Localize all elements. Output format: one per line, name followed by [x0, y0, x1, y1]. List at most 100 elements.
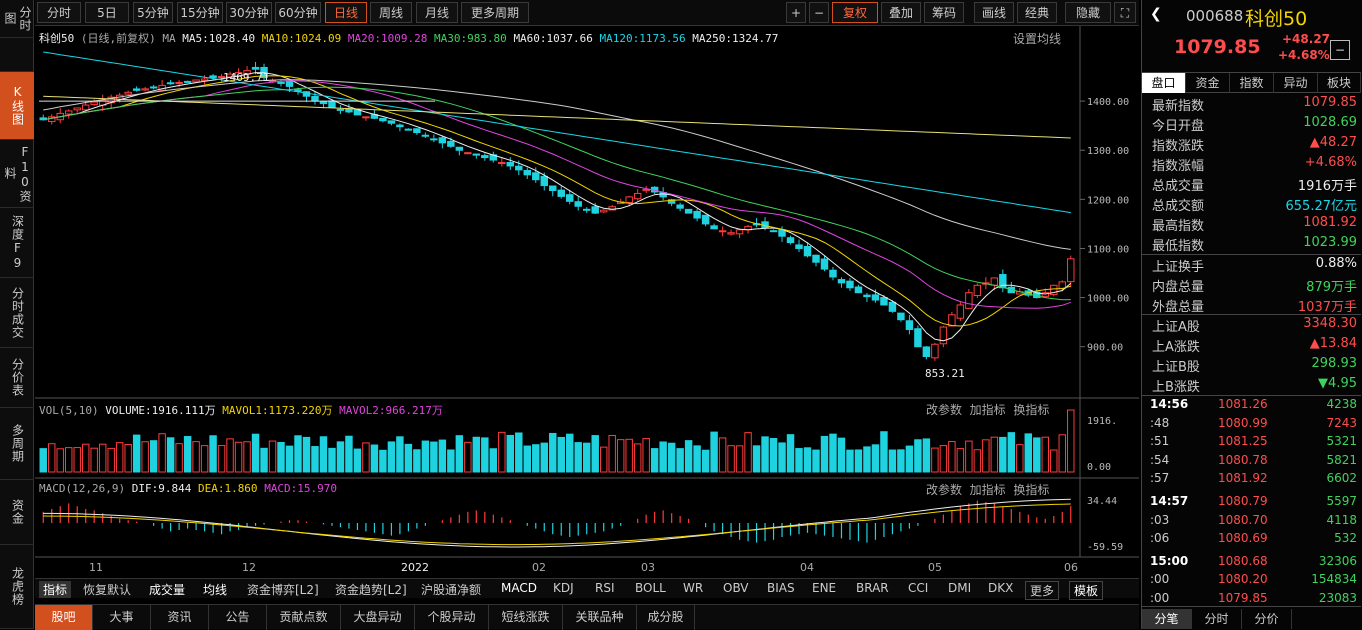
tab-dragon-tiger[interactable]: 龙虎榜	[0, 545, 34, 629]
footer-tab-short-term[interactable]: 短线涨跌	[489, 605, 563, 630]
price-axis-label: 1200.00	[1087, 195, 1129, 206]
tab-kline[interactable]: K线图	[0, 72, 34, 140]
quote-tab-pankou[interactable]: 盘口	[1142, 73, 1186, 93]
classic-button[interactable]: 经典	[1017, 2, 1057, 23]
candle-body	[990, 277, 999, 286]
indicator-more[interactable]: 更多	[1025, 581, 1060, 600]
tab-timeshare[interactable]: 分时图	[0, 0, 34, 38]
quote-tab-sector[interactable]: 板块	[1318, 73, 1361, 93]
indicator-tab-main[interactable]: 指标	[39, 581, 72, 598]
tab-trades[interactable]: 分时成交	[0, 278, 34, 348]
x-label-11: 11	[89, 561, 103, 574]
indicator-wr[interactable]: WR	[683, 581, 703, 595]
quote-tab-index[interactable]: 指数	[1230, 73, 1274, 93]
volume-bar	[574, 442, 582, 473]
period-daily[interactable]: 日线	[325, 2, 367, 23]
tick-price: 1081.92	[1218, 471, 1268, 486]
indicator-fund-game[interactable]: 资金博弈[L2]	[247, 581, 319, 598]
vol-switch-indicator-button[interactable]: 换指标	[1013, 403, 1049, 417]
indicator-restore[interactable]: 恢复默认	[83, 581, 131, 598]
indicator-hsgt[interactable]: 沪股通净额	[421, 581, 481, 598]
footer-tab-stock-move[interactable]: 个股异动	[415, 605, 489, 630]
quote-tab-moves[interactable]: 异动	[1274, 73, 1318, 93]
tab-multi-period[interactable]: 多周期	[0, 408, 34, 480]
candle-body	[141, 88, 149, 91]
tab-depth[interactable]: 深度F9	[0, 208, 34, 278]
indicator-rsi[interactable]: RSI	[595, 581, 615, 595]
indicator-volume[interactable]: 成交量	[149, 581, 185, 598]
tab-f10[interactable]: F10资料	[0, 140, 34, 208]
vol-add-indicator-button[interactable]: 加指标	[970, 403, 1006, 417]
ma-settings-button[interactable]: 设置均线	[1013, 30, 1061, 47]
vol-params-button[interactable]: 改参数	[926, 403, 962, 417]
period-timeshare[interactable]: 分时	[37, 2, 81, 23]
indicator-dmi[interactable]: DMI	[948, 581, 971, 595]
hide-button[interactable]: 隐藏	[1065, 2, 1111, 23]
zoom-out-button[interactable]: −	[809, 2, 829, 23]
candle-body	[566, 194, 574, 202]
period-5min[interactable]: 5分钟	[133, 2, 173, 23]
period-60min[interactable]: 60分钟	[275, 2, 321, 23]
footer-tab-components[interactable]: 成分股	[637, 605, 695, 630]
adjust-button[interactable]: 复权	[832, 2, 878, 23]
fullscreen-icon[interactable]: ⛶	[1114, 2, 1136, 23]
candle-body	[871, 294, 880, 301]
macd-add-indicator-button[interactable]: 加指标	[970, 483, 1006, 497]
indicator-bias[interactable]: BIAS	[767, 581, 795, 595]
minus-icon[interactable]: −	[1330, 40, 1350, 60]
footer-tab-related[interactable]: 关联品种	[563, 605, 637, 630]
footer-tab-guba[interactable]: 股吧	[35, 605, 93, 630]
tick-row: 14:56 1081.26 4238	[1142, 397, 1361, 416]
footer-tab-events[interactable]: 大事	[93, 605, 151, 630]
footer-tab-notices[interactable]: 公告	[209, 605, 267, 630]
macd-switch-indicator-button[interactable]: 换指标	[1013, 483, 1049, 497]
candle-body	[888, 301, 897, 312]
kline-chart[interactable]: 1400.00 1300.00 1200.00 1100.00 1000.00 900.0…	[35, 26, 1139, 560]
macd-params-button[interactable]: 改参数	[926, 483, 962, 497]
indicator-dkx[interactable]: DKX	[988, 581, 1013, 595]
candle-body	[345, 108, 353, 113]
tab-funds[interactable]: 资金	[0, 480, 34, 545]
indicator-ene[interactable]: ENE	[812, 581, 836, 595]
tick-list[interactable]: 14:56 1081.26 4238:48 1080.99 7243:51 1081.25…	[1142, 397, 1361, 605]
indicator-fund-trend[interactable]: 资金趋势[L2]	[335, 581, 407, 598]
indicator-boll[interactable]: BOLL	[635, 581, 666, 595]
indicator-macd[interactable]: MACD	[501, 581, 537, 595]
chart-area[interactable]: 1400.00 1300.00 1200.00 1100.00 1000.00 900.0…	[35, 26, 1139, 574]
tab-price-table[interactable]: 分价表	[0, 348, 34, 408]
collapse-arrow-icon[interactable]: ❮	[1150, 6, 1162, 22]
indicator-template[interactable]: 模板	[1069, 581, 1104, 600]
footer-tab-contrib[interactable]: 贡献点数	[267, 605, 341, 630]
tab-chart-kline-spacer	[0, 38, 34, 72]
period-monthly[interactable]: 月线	[416, 2, 458, 23]
tab-minute[interactable]: 分时	[1192, 609, 1242, 629]
period-15min[interactable]: 15分钟	[177, 2, 223, 23]
draw-button[interactable]: 画线	[974, 2, 1014, 23]
volume-bar	[795, 448, 803, 473]
indicator-bar: 指标 恢复默认 成交量 均线 资金博弈[L2] 资金趋势[L2] 沪股通净额 M…	[35, 578, 1139, 600]
tab-price[interactable]: 分价	[1242, 609, 1292, 629]
indicator-ma[interactable]: 均线	[203, 581, 227, 598]
zoom-in-button[interactable]: +	[786, 2, 806, 23]
indicator-kdj[interactable]: KDJ	[553, 581, 574, 595]
chips-button[interactable]: 筹码	[924, 2, 964, 23]
period-30min[interactable]: 30分钟	[226, 2, 272, 23]
tab-ticks[interactable]: 分笔	[1142, 609, 1192, 629]
tick-volume: 23083	[1318, 591, 1357, 605]
footer-tab-news[interactable]: 资讯	[151, 605, 209, 630]
period-5day[interactable]: 5日	[85, 2, 129, 23]
tick-time: :57	[1150, 471, 1170, 486]
quote-market-stats: 上证A股 3348.30 上A涨跌 ▲13.84 上证B股 298.93 上B涨跌 ▼4.95	[1142, 315, 1361, 395]
quote-tab-funds[interactable]: 资金	[1186, 73, 1230, 93]
period-weekly[interactable]: 周线	[370, 2, 412, 23]
indicator-cci[interactable]: CCI	[908, 581, 928, 595]
footer-tab-market-move[interactable]: 大盘异动	[341, 605, 415, 630]
quote-row-value: ▼4.95	[1318, 376, 1357, 391]
candle-body	[956, 304, 965, 319]
quote-row-label: 外盘总量	[1152, 300, 1205, 315]
candle-body	[557, 189, 565, 197]
period-more[interactable]: 更多周期	[461, 2, 529, 23]
indicator-obv[interactable]: OBV	[723, 581, 749, 595]
overlay-button[interactable]: 叠加	[881, 2, 921, 23]
indicator-brar[interactable]: BRAR	[856, 581, 889, 595]
